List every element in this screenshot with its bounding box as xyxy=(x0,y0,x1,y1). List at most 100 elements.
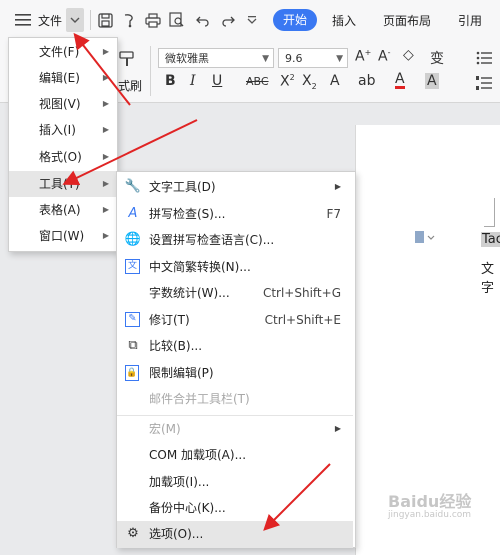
chevron-right-icon: ▶ xyxy=(102,179,109,188)
font-size-select[interactable]: 9.6 ▼ xyxy=(278,48,348,68)
font-name-select[interactable]: 微软雅黑 ▼ xyxy=(158,48,274,68)
file-menu-button[interactable]: 文件 xyxy=(38,12,62,29)
chevron-right-icon: ▶ xyxy=(102,47,109,56)
menu-item-label: 视图(V) xyxy=(39,97,81,111)
watermark-logo: Baidu经验 jingyan.baidu.com xyxy=(388,488,498,528)
increase-font-icon[interactable]: A+ xyxy=(355,48,371,65)
menu-item-text-tools[interactable]: 🔧 文字工具(D) ▶ xyxy=(117,174,353,201)
chevron-down-icon: ▼ xyxy=(262,54,269,64)
menu-item-window[interactable]: 窗口(W) ▶ xyxy=(9,223,117,249)
document-text-line-2: 文字 xyxy=(481,262,495,296)
menu-item-label: 编辑(E) xyxy=(39,71,80,85)
menu-item-label: 工具(T) xyxy=(39,177,80,191)
menu-item-com-addins[interactable]: COM 加载项(A)... xyxy=(117,442,353,469)
char-border-icon[interactable]: ab xyxy=(358,73,375,89)
menu-item-label: 备份中心(K)... xyxy=(149,501,226,515)
menu-item-view[interactable]: 视图(V) ▶ xyxy=(9,91,117,117)
menu-item-format[interactable]: 格式(O) ▶ xyxy=(9,144,117,170)
file-dropdown-chevron-icon[interactable] xyxy=(66,8,84,32)
chevron-right-icon: ▶ xyxy=(334,424,341,433)
menu-item-label: 窗口(W) xyxy=(39,229,85,243)
menu-item-insert[interactable]: 插入(I) ▶ xyxy=(9,117,117,143)
shortcut-text: F7 xyxy=(326,207,341,221)
ribbon-divider xyxy=(150,46,151,96)
tab-references[interactable]: 引用 xyxy=(458,12,482,29)
toolbar-divider xyxy=(90,10,91,30)
strikethrough-icon[interactable]: ABC xyxy=(246,75,269,88)
numbered-list-icon[interactable] xyxy=(474,74,494,92)
shortcut-text: Ctrl+Shift+G xyxy=(262,286,341,300)
menu-item-edit[interactable]: 编辑(E) ▶ xyxy=(9,65,117,91)
menu-item-label: 加载项(I)... xyxy=(149,475,210,489)
format-painter-large-icon[interactable] xyxy=(116,48,138,70)
menu-item-label: 比较(B)... xyxy=(149,339,203,353)
phonetic-guide-button[interactable]: 变 xyxy=(430,48,444,68)
chevron-right-icon: ▶ xyxy=(102,125,109,134)
format-painter-icon[interactable] xyxy=(120,11,138,29)
char-shading-icon[interactable]: A xyxy=(425,73,439,89)
tab-start[interactable]: 开始 xyxy=(273,9,317,31)
menu-item-label: 表格(A) xyxy=(39,203,81,217)
menu-item-backup-center[interactable]: 备份中心(K)... xyxy=(117,495,353,522)
menu-item-table[interactable]: 表格(A) ▶ xyxy=(9,197,117,223)
customize-toolbar-icon[interactable] xyxy=(244,11,260,29)
subscript-icon[interactable]: X2 xyxy=(302,73,317,91)
clear-format-icon[interactable]: ◇ xyxy=(403,47,414,63)
menu-item-label: 限制编辑(P) xyxy=(149,366,214,380)
bullet-list-icon[interactable] xyxy=(474,49,494,67)
document-text-line-1: Tac xyxy=(481,232,500,247)
underline-icon[interactable]: U xyxy=(212,73,222,89)
revision-icon: ✎ xyxy=(125,312,140,327)
paragraph-layout-icon[interactable] xyxy=(410,229,440,245)
font-color-icon[interactable]: A xyxy=(395,72,405,89)
save-icon[interactable] xyxy=(96,11,114,29)
italic-icon[interactable]: I xyxy=(190,73,196,89)
menu-item-options[interactable]: ⚙ 选项(O)... xyxy=(117,521,353,548)
title-toolbar: 文件 开始 插入 页面布局 引用 xyxy=(0,0,500,41)
menu-item-file[interactable]: 文件(F) ▶ xyxy=(9,39,117,65)
menu-item-word-count[interactable]: 字数统计(W)... Ctrl+Shift+G xyxy=(117,280,353,307)
print-icon[interactable] xyxy=(144,11,162,29)
chevron-right-icon: ▶ xyxy=(102,99,109,108)
menu-item-tools[interactable]: 工具(T) ▶ xyxy=(9,171,117,197)
chevron-right-icon: ▶ xyxy=(102,152,109,161)
menu-item-spell-check[interactable]: A 拼写检查(S)... F7 xyxy=(117,201,353,228)
hamburger-menu-icon[interactable] xyxy=(14,11,32,29)
menu-item-spell-language[interactable]: 🌐 设置拼写检查语言(C)... xyxy=(117,227,353,254)
format-painter-label[interactable]: 式刷 xyxy=(118,77,142,94)
highlight-icon[interactable]: A xyxy=(330,73,340,89)
gear-icon: ⚙ xyxy=(127,525,139,541)
undo-icon[interactable] xyxy=(194,11,212,29)
tab-insert[interactable]: 插入 xyxy=(332,12,356,29)
menu-item-label: 修订(T) xyxy=(149,313,190,327)
menu-item-chinese-conversion[interactable]: 文 中文简繁转换(N)... xyxy=(117,254,353,281)
page-corner-mark xyxy=(484,198,495,227)
chevron-down-icon: ▼ xyxy=(336,54,343,64)
menu-item-label: 文件(F) xyxy=(39,45,80,59)
menu-item-label: 格式(O) xyxy=(39,150,82,164)
convert-icon: 文 xyxy=(125,259,140,274)
redo-icon[interactable] xyxy=(218,11,236,29)
menu-item-mail-merge-toolbar: 邮件合并工具栏(T) xyxy=(117,386,353,413)
menu-item-label: 拼写检查(S)... xyxy=(149,207,226,221)
chevron-right-icon: ▶ xyxy=(334,182,341,191)
bold-icon[interactable]: B xyxy=(165,73,176,89)
tab-page-layout[interactable]: 页面布局 xyxy=(383,12,431,29)
compare-icon: ⧉ xyxy=(128,337,138,353)
watermark-url: jingyan.baidu.com xyxy=(388,510,472,520)
wrench-icon: 🔧 xyxy=(124,178,142,194)
print-preview-icon[interactable] xyxy=(168,11,186,29)
menu-item-label: 中文简繁转换(N)... xyxy=(149,260,251,274)
restrict-edit-icon: 🔒 xyxy=(125,365,139,381)
chevron-right-icon: ▶ xyxy=(102,231,109,240)
spellcheck-icon: A xyxy=(128,205,138,221)
menu-item-restrict-editing[interactable]: 🔒 限制编辑(P) xyxy=(117,360,353,387)
menu-item-addins[interactable]: 加载项(I)... xyxy=(117,469,353,496)
superscript-icon[interactable]: X2 xyxy=(280,73,295,90)
decrease-font-icon[interactable]: A- xyxy=(378,48,390,65)
tools-submenu: 🔧 文字工具(D) ▶ A 拼写检查(S)... F7 🌐 设置拼写检查语言(C… xyxy=(116,171,356,548)
file-dropdown-menu: 文件(F) ▶ 编辑(E) ▶ 视图(V) ▶ 插入(I) ▶ 格式(O) ▶ 工具(T)… xyxy=(8,37,118,252)
menu-item-track-changes[interactable]: ✎ 修订(T) Ctrl+Shift+E xyxy=(117,307,353,334)
menu-item-label: 邮件合并工具栏(T) xyxy=(149,392,250,406)
menu-item-compare[interactable]: ⧉ 比较(B)... xyxy=(117,333,353,360)
